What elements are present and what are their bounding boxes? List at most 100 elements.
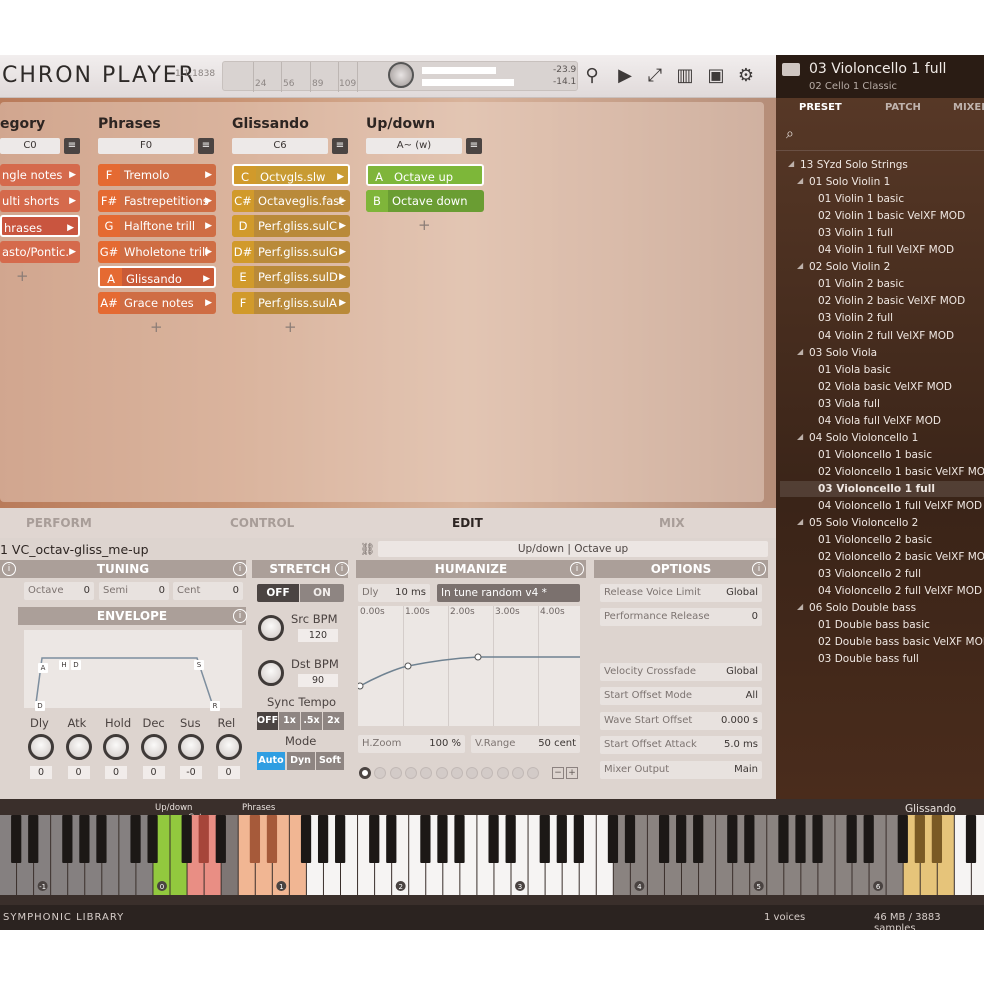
info-icon[interactable]: i xyxy=(233,609,247,623)
phrases-slot[interactable]: A# Grace notes ▶ xyxy=(98,291,216,314)
preset-item[interactable]: 03 Violoncello 1 full xyxy=(818,483,935,495)
stretch-on-button[interactable]: ON xyxy=(300,584,344,602)
black-key[interactable] xyxy=(198,815,209,863)
updown-selector[interactable]: A~ (w) xyxy=(366,138,462,154)
black-key[interactable] xyxy=(607,815,619,863)
preset-folder[interactable]: ◢ 04 Solo Violoncello 1 xyxy=(797,432,918,444)
octave-field[interactable]: Octave 0 xyxy=(24,582,94,600)
preset-item[interactable]: 04 Viola full VelXF MOD xyxy=(818,415,941,427)
option-row[interactable]: Start Offset Mode All xyxy=(600,687,762,705)
black-key[interactable] xyxy=(744,815,755,863)
preset-folder[interactable]: ◢ 02 Solo Violin 2 xyxy=(797,261,890,273)
preset-folder[interactable]: ◢ 13 SYzd Solo Strings xyxy=(788,159,908,171)
preset-item[interactable]: 01 Violin 2 basic xyxy=(818,278,904,290)
src-bpm-knob[interactable] xyxy=(258,615,284,641)
mode-option[interactable]: Soft xyxy=(316,752,344,770)
black-key[interactable] xyxy=(624,815,636,863)
humanize-slot-dot[interactable] xyxy=(389,767,402,779)
sync-tempo-option[interactable]: OFF xyxy=(257,712,278,730)
envelope-point[interactable]: S xyxy=(194,660,204,670)
sync-tempo-option[interactable]: 1x xyxy=(279,712,300,730)
black-key[interactable] xyxy=(454,815,465,863)
preset-item[interactable]: 01 Violoncello 1 basic xyxy=(818,449,932,461)
envelope-point[interactable]: H xyxy=(59,660,69,670)
cpu-icon[interactable]: ▣ xyxy=(705,65,727,87)
humanize-slot-dot[interactable] xyxy=(512,767,524,779)
preset-folder[interactable]: ◢ 01 Solo Violin 1 xyxy=(797,176,890,188)
envelope-knob[interactable] xyxy=(65,734,92,760)
random-preset-select[interactable]: In tune random v4 * xyxy=(437,584,580,602)
black-key[interactable] xyxy=(778,815,789,863)
preset-item[interactable]: 03 Violin 2 full xyxy=(818,312,893,324)
humanize-slot-dot[interactable] xyxy=(527,767,540,779)
black-key[interactable] xyxy=(727,815,738,863)
mode-option[interactable]: Auto xyxy=(257,752,285,770)
envelope-knob[interactable] xyxy=(178,734,204,760)
black-key[interactable] xyxy=(335,815,346,863)
black-key[interactable] xyxy=(147,815,158,863)
humanize-slot-dot[interactable] xyxy=(450,767,463,779)
envelope-knob[interactable] xyxy=(28,734,54,760)
preset-item[interactable]: 01 Violoncello 2 basic xyxy=(818,534,932,546)
glissando-slot[interactable]: D# Perf.gliss.sulG ▶ xyxy=(232,240,350,263)
preset-item[interactable]: 03 Viola full xyxy=(818,398,880,410)
info-icon[interactable]: i xyxy=(2,562,16,576)
option-row[interactable]: Mixer Output Main xyxy=(600,761,762,779)
expand-triangle-icon[interactable]: ◢ xyxy=(788,159,794,168)
info-icon[interactable]: i xyxy=(233,562,247,576)
black-key[interactable] xyxy=(181,815,192,863)
envelope-value[interactable]: 0 xyxy=(67,766,90,779)
preset-item[interactable]: 01 Viola basic xyxy=(818,364,891,376)
semi-field[interactable]: Semi 0 xyxy=(99,582,169,600)
play-icon[interactable]: ▶ xyxy=(614,65,636,87)
layers-icon[interactable]: ≡ xyxy=(332,138,348,154)
envelope-graph[interactable]: AHDSDR xyxy=(24,630,242,711)
preset-item[interactable]: 04 Violin 2 full VelXF MOD xyxy=(818,330,954,342)
envelope-point[interactable]: D xyxy=(35,701,45,711)
black-key[interactable] xyxy=(965,815,977,863)
humanize-delay-field[interactable]: Dly 10 ms xyxy=(358,584,430,602)
category-selector[interactable]: C0 xyxy=(0,138,60,154)
add-icon[interactable]: + xyxy=(16,267,29,285)
black-key[interactable] xyxy=(812,815,823,863)
phrases-slot[interactable]: G# Wholetone trill ▶ xyxy=(98,240,216,263)
link-icon[interactable]: ⛓ xyxy=(360,542,375,556)
humanize-slot-dot[interactable] xyxy=(374,767,387,779)
black-key[interactable] xyxy=(62,815,73,863)
black-key[interactable] xyxy=(863,815,874,863)
tab-edit[interactable]: EDIT xyxy=(452,516,483,530)
black-key[interactable] xyxy=(437,815,448,863)
tab-control[interactable]: CONTROL xyxy=(230,516,294,530)
black-key[interactable] xyxy=(676,815,687,863)
black-key[interactable] xyxy=(386,815,397,863)
black-key[interactable] xyxy=(300,815,312,863)
black-key[interactable] xyxy=(317,815,329,863)
envelope-knob[interactable] xyxy=(215,734,242,760)
phrases-slot[interactable]: F# Fastrepetitions ▶ xyxy=(98,189,216,212)
option-row[interactable]: Release Voice Limit Global xyxy=(600,584,762,602)
expand-icon[interactable]: ⤢ xyxy=(644,65,666,87)
envelope-point[interactable]: A xyxy=(38,663,48,673)
tab-mix[interactable]: MIX xyxy=(659,516,685,530)
preset-item[interactable]: 01 Violin 1 basic xyxy=(818,193,904,205)
envelope-knob[interactable] xyxy=(140,734,167,760)
glissando-slot[interactable]: C Octvgls.slw ▶ xyxy=(232,164,350,186)
preset-item[interactable]: 03 Violin 1 full xyxy=(818,227,893,239)
black-key[interactable] xyxy=(795,815,806,863)
black-key[interactable] xyxy=(11,815,22,863)
info-icon[interactable]: i xyxy=(752,562,766,576)
humanize-slot-dot[interactable] xyxy=(420,767,433,779)
info-icon[interactable]: i xyxy=(335,562,349,576)
preset-item[interactable]: 02 Violin 1 basic VelXF MOD xyxy=(818,210,965,222)
black-key[interactable] xyxy=(573,815,584,863)
layers-icon[interactable]: ≡ xyxy=(198,138,214,154)
preset-item[interactable]: 04 Violin 1 full VelXF MOD xyxy=(818,244,954,256)
black-key[interactable] xyxy=(539,815,550,863)
humanize-slot-dot[interactable] xyxy=(496,767,509,779)
phrases-slot[interactable]: A Glissando ▶ xyxy=(98,266,216,288)
preset-folder[interactable]: ◢ 05 Solo Violoncello 2 xyxy=(797,517,918,529)
preset-item[interactable]: 03 Double bass full xyxy=(818,653,919,665)
add-icon[interactable]: + xyxy=(284,318,297,336)
envelope-value[interactable]: 0 xyxy=(105,766,127,779)
expand-triangle-icon[interactable]: ◢ xyxy=(797,517,803,526)
